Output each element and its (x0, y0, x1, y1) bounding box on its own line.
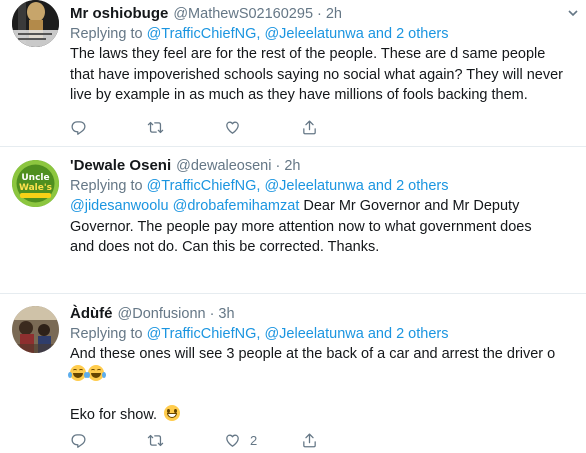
timestamp[interactable]: 3h (218, 304, 234, 324)
like-icon (226, 434, 239, 447)
display-name[interactable]: 'Dewale Oseni (70, 156, 171, 176)
tweet-actions: 2 (70, 431, 378, 449)
mention-link[interactable]: @jidesanwoolu (70, 198, 169, 214)
avatar-image (12, 0, 59, 47)
like-icon (226, 121, 239, 134)
like-button[interactable] (224, 118, 301, 136)
tweet-actions (70, 118, 378, 136)
avatar-image (12, 306, 59, 353)
reply-button[interactable] (70, 431, 147, 449)
mention-link[interactable]: @drobafemihamzat (173, 198, 300, 214)
replying-to: Replying to @TrafficChiefNG, @Jeleelatun… (70, 176, 578, 196)
tweet-text-fragment: Eko for show. (70, 406, 158, 423)
face-with-tears-of-joy-emoji (86, 364, 106, 381)
tweet-header: Àdùfé @Donfusionn · 3h (70, 304, 578, 324)
tweet-text: The laws they feel are for the rest of t… (70, 44, 578, 106)
like-count: 2 (250, 432, 258, 448)
tweet-text-line: that have impoverished schools saying no… (70, 66, 564, 83)
tweet-text-line: @jidesanwoolu @drobafemihamzat Dear Mr G… (70, 196, 578, 217)
tweet-1[interactable]: Mr oshiobuge @MathewS02160295 · 2h Reply… (0, 0, 586, 147)
separator-dot: · (317, 6, 322, 22)
tweet-text-line: Eko for show. (70, 404, 578, 426)
user-handle[interactable]: @Donfusionn (118, 304, 206, 324)
share-icon (303, 432, 316, 447)
reply-others-link[interactable]: and 2 others (368, 178, 449, 194)
face-with-tears-of-joy-emoji (68, 364, 88, 381)
reply-button[interactable] (70, 118, 147, 136)
replying-to-label: Replying to (70, 26, 143, 42)
replying-to: Replying to @TrafficChiefNG, @Jeleelatun… (70, 24, 578, 44)
reply-user-link-2[interactable]: @Jeleelatunwa (264, 326, 363, 342)
tweet-text-line: live by example in as much as they have … (70, 87, 528, 103)
avatar-image: Uncle Wale's (12, 160, 59, 207)
retweet-icon (147, 434, 164, 446)
separator-dot: · (209, 306, 215, 322)
tweet-text-line: And these ones will see 3 people at the … (70, 346, 556, 362)
like-button[interactable]: 2 (224, 431, 301, 449)
replying-to-label: Replying to (70, 178, 143, 194)
retweet-button[interactable] (147, 118, 224, 136)
share-icon (303, 119, 316, 134)
chevron-down-icon[interactable] (568, 8, 578, 18)
reply-user-link-2[interactable]: @Jeleelatunwa (264, 178, 363, 194)
reply-icon (71, 120, 86, 135)
tweet-header: 'Dewale Oseni @dewaleoseni · 2h (70, 156, 578, 176)
retweet-button[interactable] (147, 431, 224, 449)
svg-text:Wale's: Wale's (19, 183, 52, 193)
reply-user-link-1[interactable]: @TrafficChiefNG (147, 326, 257, 342)
timestamp[interactable]: 2h (326, 4, 342, 24)
user-handle[interactable]: @dewaleoseni (176, 156, 271, 176)
emoji-line (68, 364, 578, 385)
tweet-2[interactable]: Uncle Wale's 'Dewale Oseni @dewaleoseni … (0, 147, 586, 294)
tweet-text-line: The laws they feel are for the rest of t… (70, 46, 546, 62)
avatar[interactable] (12, 306, 59, 353)
reply-comma: , (256, 178, 261, 194)
share-button[interactable] (301, 118, 378, 136)
share-button[interactable] (301, 431, 378, 449)
reply-icon (71, 433, 86, 448)
grinning-face-emoji (164, 404, 181, 421)
tweet-header: Mr oshiobuge @MathewS02160295 · 2h (70, 4, 578, 24)
display-name[interactable]: Àdùfé (70, 304, 113, 324)
reply-comma: , (256, 26, 261, 42)
replying-to-label: Replying to (70, 326, 143, 342)
reply-user-link-1[interactable]: @TrafficChiefNG (147, 26, 257, 42)
separator-dot: · (275, 158, 281, 174)
reply-user-link-2[interactable]: @Jeleelatunwa (264, 26, 363, 42)
reply-comma: , (256, 326, 261, 342)
replying-to: Replying to @TrafficChiefNG, @Jeleelatun… (70, 324, 578, 344)
reply-others-link[interactable]: and 2 others (368, 326, 449, 342)
tweet-text: @jidesanwoolu @drobafemihamzat Dear Mr G… (70, 196, 578, 258)
tweet-text: And these ones will see 3 people at the … (68, 344, 578, 426)
tweet-3[interactable]: Àdùfé @Donfusionn · 3h Replying to @Traf… (0, 294, 586, 453)
avatar-text: Uncle (21, 173, 49, 183)
user-handle[interactable]: @MathewS02160295 (173, 4, 313, 24)
avatar[interactable] (12, 0, 59, 47)
tweet-text-line: and does not do. Can this be corrected. … (70, 239, 380, 255)
avatar[interactable]: Uncle Wale's (12, 160, 59, 207)
reply-user-link-1[interactable]: @TrafficChiefNG (147, 178, 257, 194)
display-name[interactable]: Mr oshiobuge (70, 4, 168, 24)
tweet-text-fragment: Dear Mr Governor and Mr Deputy (303, 198, 520, 214)
reply-others-link[interactable]: and 2 others (368, 26, 449, 42)
retweet-icon (147, 121, 164, 133)
tweet-text-line: Governor. The people pay more attention … (70, 218, 532, 235)
timestamp[interactable]: 2h (284, 156, 300, 176)
